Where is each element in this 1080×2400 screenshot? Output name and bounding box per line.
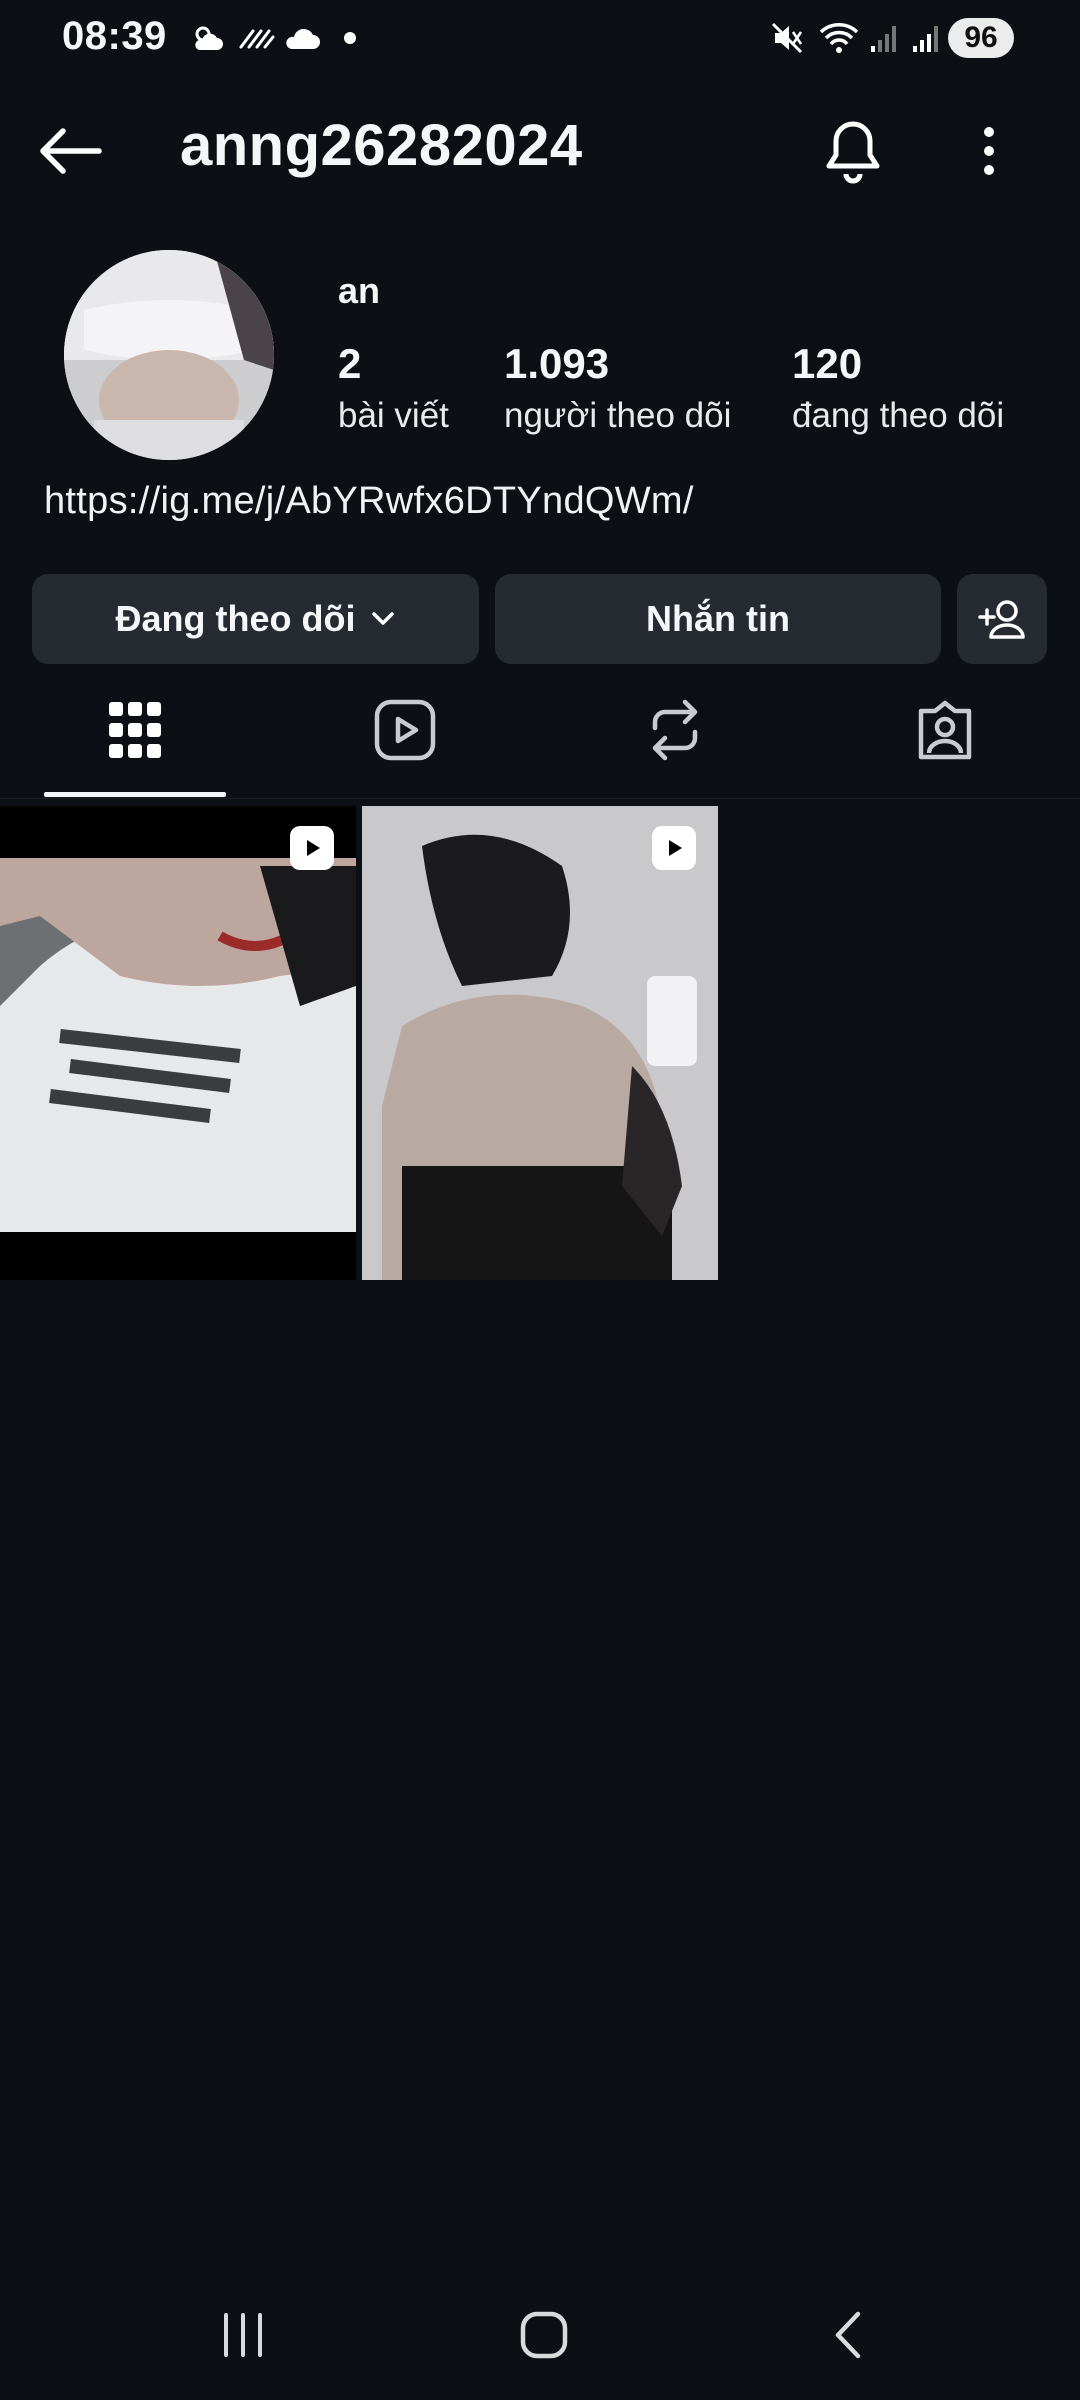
back-arrow-icon bbox=[37, 126, 103, 181]
active-tab-indicator bbox=[44, 792, 226, 797]
mute-icon bbox=[768, 20, 806, 56]
tab-tagged[interactable] bbox=[865, 680, 1025, 780]
wifi-icon bbox=[816, 20, 862, 56]
profile-username: anng26282024 bbox=[180, 113, 583, 178]
signal-2-icon bbox=[910, 20, 942, 56]
status-time: 08:39 bbox=[62, 14, 167, 58]
dot-icon bbox=[340, 20, 360, 56]
followers-label[interactable]: người theo dõi bbox=[504, 396, 731, 436]
posts-label: bài viết bbox=[338, 396, 449, 435]
back-button[interactable] bbox=[30, 118, 110, 188]
grid-icon bbox=[107, 700, 163, 760]
status-bar: 08:39 96 bbox=[0, 0, 1080, 80]
reels-icon bbox=[373, 698, 437, 762]
bio-link[interactable]: https://ig.me/j/AbYRwfx6DTYndQWm/ bbox=[44, 480, 694, 523]
followers-count[interactable]: 1.093 bbox=[504, 340, 609, 388]
following-button[interactable]: Đang theo dõi bbox=[32, 574, 479, 664]
chevron-down-icon bbox=[371, 611, 395, 627]
message-button-label: Nhắn tin bbox=[646, 598, 790, 639]
recent-apps-button[interactable] bbox=[183, 2290, 303, 2380]
reel-play-icon bbox=[290, 826, 334, 870]
posts-count: 2 bbox=[338, 340, 362, 387]
add-person-icon bbox=[977, 597, 1027, 641]
home-icon bbox=[519, 2310, 569, 2360]
nav-back-button[interactable] bbox=[787, 2290, 907, 2380]
reel-play-icon bbox=[652, 826, 696, 870]
cloud-icon bbox=[282, 20, 322, 56]
avatar[interactable] bbox=[64, 250, 274, 460]
following-label[interactable]: đang theo dõi bbox=[792, 396, 1004, 436]
post-thumbnail-1[interactable] bbox=[0, 806, 356, 1280]
haze-icon bbox=[238, 20, 276, 56]
tab-reposts[interactable] bbox=[595, 680, 755, 780]
signal-1-icon bbox=[868, 20, 900, 56]
display-name: an bbox=[338, 270, 381, 311]
post-thumbnail-2[interactable] bbox=[362, 806, 718, 1280]
notifications-button[interactable] bbox=[812, 112, 894, 194]
bell-icon bbox=[822, 118, 884, 189]
suggest-people-button[interactable] bbox=[957, 574, 1047, 664]
more-vertical-icon bbox=[982, 126, 996, 181]
tab-reels[interactable] bbox=[325, 680, 485, 780]
battery-indicator: 96 bbox=[948, 18, 1014, 58]
tagged-icon bbox=[913, 697, 977, 763]
back-icon bbox=[830, 2310, 864, 2360]
home-button[interactable] bbox=[484, 2290, 604, 2380]
tab-posts-grid[interactable] bbox=[55, 680, 215, 780]
following-count[interactable]: 120 bbox=[792, 340, 862, 388]
reposts-icon bbox=[645, 698, 705, 762]
tabs-divider bbox=[0, 798, 1080, 799]
message-button[interactable]: Nhắn tin bbox=[495, 574, 941, 664]
recent-apps-icon bbox=[220, 2313, 266, 2357]
more-options-button[interactable] bbox=[958, 112, 1020, 194]
following-button-label: Đang theo dõi bbox=[115, 598, 356, 639]
weather-sun-cloud-icon bbox=[188, 20, 228, 56]
